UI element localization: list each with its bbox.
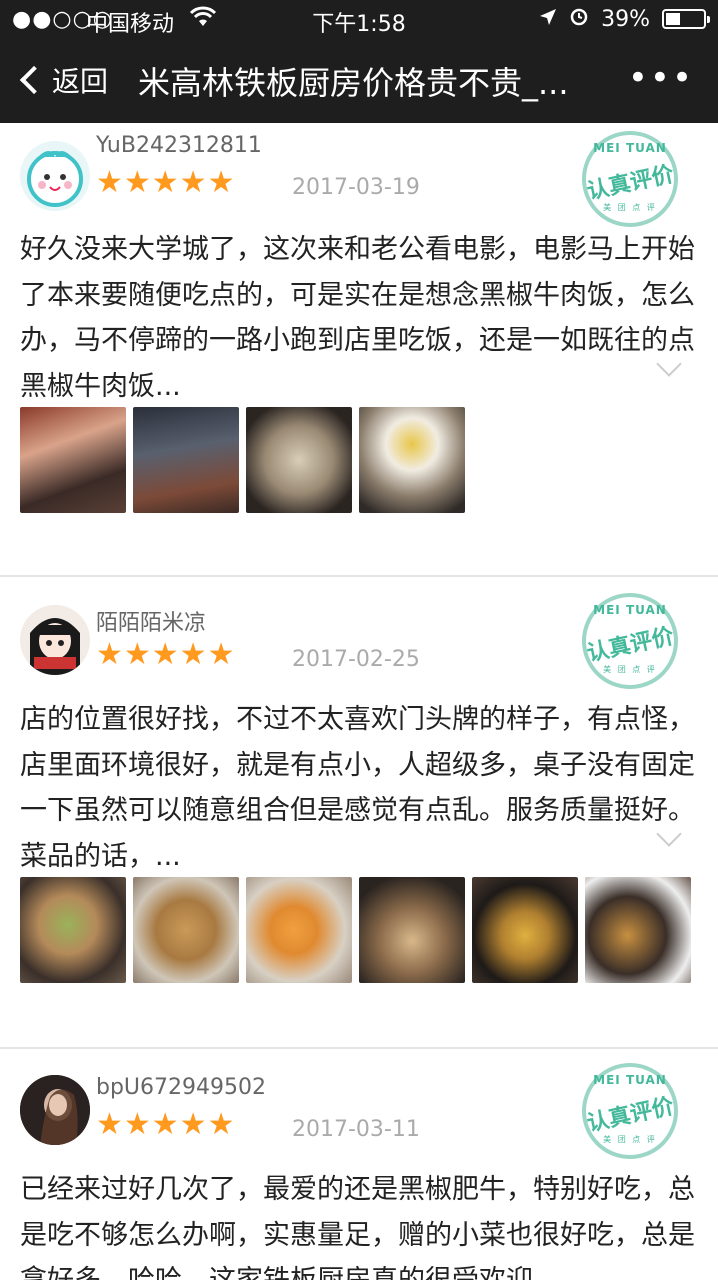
star-rating: ★★★★★ (96, 637, 236, 672)
avatar[interactable] (20, 1075, 90, 1145)
username[interactable]: bpU672949502 (96, 1075, 266, 1100)
review-photo[interactable] (359, 877, 465, 983)
stamp-top-text: MEI TUAN (593, 603, 667, 617)
star-rating: ★★★★★ (96, 165, 236, 200)
stamp-main-text: 认真评价 (584, 624, 677, 667)
star-rating: ★★★★★ (96, 1107, 236, 1142)
review-photo[interactable] (246, 407, 352, 513)
review-photo[interactable] (133, 877, 239, 983)
more-menu-button[interactable]: ••• (628, 58, 694, 98)
review-date: 2017-02-25 (292, 647, 420, 672)
review-item: bpU672949502 ★★★★★ 2017-03-11 MEI TUAN 认… (0, 1063, 718, 1280)
navigation-bar: 返回 米高林铁板厨房价格贵不贵_... ••• (0, 40, 718, 123)
review-photo[interactable] (359, 407, 465, 513)
avatar[interactable] (20, 605, 90, 675)
stamp-top-text: MEI TUAN (593, 141, 667, 155)
review-date: 2017-03-19 (292, 175, 420, 200)
divider (0, 1047, 718, 1049)
stamp-top-text: MEI TUAN (593, 1073, 667, 1087)
review-text[interactable]: 店的位置很好找，不过不太喜欢门头牌的样子，有点怪，店里面环境很好，就是有点小，人… (20, 697, 706, 879)
stamp-bottom-text: 美 团 点 评 (603, 1135, 657, 1144)
avatar[interactable] (20, 141, 90, 211)
review-photo[interactable] (472, 877, 578, 983)
stamp-main-text: 认真评价 (584, 162, 677, 205)
username[interactable]: YuB242312811 (96, 133, 262, 158)
battery-icon (662, 9, 710, 29)
review-list[interactable]: YuB242312811 ★★★★★ 2017-03-19 MEI TUAN 认… (0, 123, 718, 1280)
back-label: 返回 (52, 65, 109, 98)
alarm-icon (569, 6, 589, 32)
photo-strip (20, 877, 691, 983)
back-button[interactable]: 返回 (18, 60, 108, 100)
quality-review-stamp: MEI TUAN 认真评价 美 团 点 评 (582, 1063, 678, 1159)
review-photo[interactable] (133, 407, 239, 513)
battery-percent: 39% (601, 6, 650, 32)
stamp-bottom-text: 美 团 点 评 (603, 203, 657, 212)
review-photo[interactable] (20, 407, 126, 513)
review-photo[interactable] (246, 877, 352, 983)
page-title: 米高林铁板厨房价格贵不贵_... (138, 64, 569, 102)
review-photo[interactable] (20, 877, 126, 983)
status-bar: ●●○○○ 中国移动 下午1:58 39% (0, 0, 718, 40)
photo-strip (20, 407, 465, 513)
review-text[interactable]: 好久没来大学城了，这次来和老公看电影，电影马上开始了本来要随便吃点的，可是实在是… (20, 227, 706, 409)
username[interactable]: 陌陌陌米凉 (96, 605, 206, 637)
divider (0, 575, 718, 577)
review-item: YuB242312811 ★★★★★ 2017-03-19 MEI TUAN 认… (0, 123, 718, 575)
location-arrow-icon (539, 7, 557, 32)
stamp-bottom-text: 美 团 点 评 (603, 665, 657, 674)
review-date: 2017-03-11 (292, 1117, 420, 1142)
review-item: 陌陌陌米凉 ★★★★★ 2017-02-25 MEI TUAN 认真评价 美 团… (0, 593, 718, 1047)
quality-review-stamp: MEI TUAN 认真评价 美 团 点 评 (582, 131, 678, 227)
quality-review-stamp: MEI TUAN 认真评价 美 团 点 评 (582, 593, 678, 689)
stamp-main-text: 认真评价 (584, 1094, 677, 1137)
review-text[interactable]: 已经来过好几次了，最爱的还是黑椒肥牛，特别好吃，总是吃不够怎么办啊，实惠量足，赠… (20, 1167, 706, 1280)
chevron-left-icon (19, 65, 49, 95)
review-photo[interactable] (585, 877, 691, 983)
